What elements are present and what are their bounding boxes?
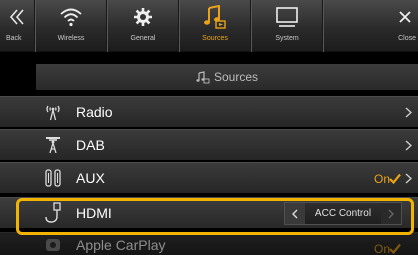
wireless-label: Wireless — [57, 35, 85, 42]
acc-prev-button[interactable] — [285, 203, 305, 224]
system-label: System — [275, 35, 299, 42]
system-button[interactable]: System — [251, 0, 323, 52]
chevron-right-icon — [405, 130, 412, 161]
sources-small-icon — [196, 70, 210, 84]
carplay-icon — [40, 238, 66, 252]
wireless-button[interactable]: Wireless — [35, 0, 107, 52]
aux-value: On — [373, 171, 390, 186]
music-note-icon — [203, 0, 227, 34]
acc-control-value: ACC Control — [314, 208, 372, 219]
list-item-apple-carplay[interactable]: Apple CarPlay On — [0, 232, 418, 255]
gear-icon — [133, 0, 153, 34]
wifi-icon — [59, 0, 83, 34]
hdmi-plug-icon — [40, 202, 66, 224]
sources-button[interactable]: Sources — [179, 0, 251, 52]
section-title: Sources — [213, 70, 259, 84]
list-item-dab[interactable]: DAB — [0, 129, 418, 160]
dab-label: DAB — [76, 137, 105, 153]
radio-antenna-icon — [40, 103, 66, 121]
apple-carplay-label: Apple CarPlay — [76, 236, 166, 253]
aux-plug-icon — [40, 169, 66, 187]
aux-label: AUX — [76, 170, 105, 186]
apple-carplay-value: On — [373, 241, 390, 255]
general-button[interactable]: General — [107, 0, 179, 52]
radio-label: Radio — [76, 104, 113, 120]
checkmark-icon — [389, 233, 401, 255]
acc-next-button[interactable] — [381, 203, 401, 224]
list-item-aux[interactable]: AUX On — [0, 162, 418, 193]
back-label: Back — [6, 35, 22, 42]
hdmi-label: HDMI — [76, 205, 112, 221]
checkmark-icon — [389, 163, 401, 194]
top-nav-bar: Back Wireless General Sources System Clo… — [0, 0, 418, 52]
list-item-radio[interactable]: Radio — [0, 96, 418, 127]
close-icon — [398, 0, 418, 34]
chevron-right-icon — [405, 97, 412, 128]
close-label: Close — [398, 35, 416, 42]
dab-antenna-icon — [40, 136, 66, 154]
back-button[interactable]: Back — [0, 0, 35, 52]
list-item-hdmi[interactable]: HDMI ACC Control — [0, 197, 418, 228]
double-chevron-left-icon — [9, 0, 25, 34]
general-label: General — [130, 35, 156, 42]
chevron-right-icon — [405, 163, 412, 194]
monitor-icon — [275, 0, 299, 34]
acc-control-selector: ACC Control — [284, 202, 402, 225]
section-header: Sources — [36, 64, 418, 90]
close-button[interactable]: Close — [323, 0, 418, 52]
sources-label: Sources — [202, 35, 228, 42]
